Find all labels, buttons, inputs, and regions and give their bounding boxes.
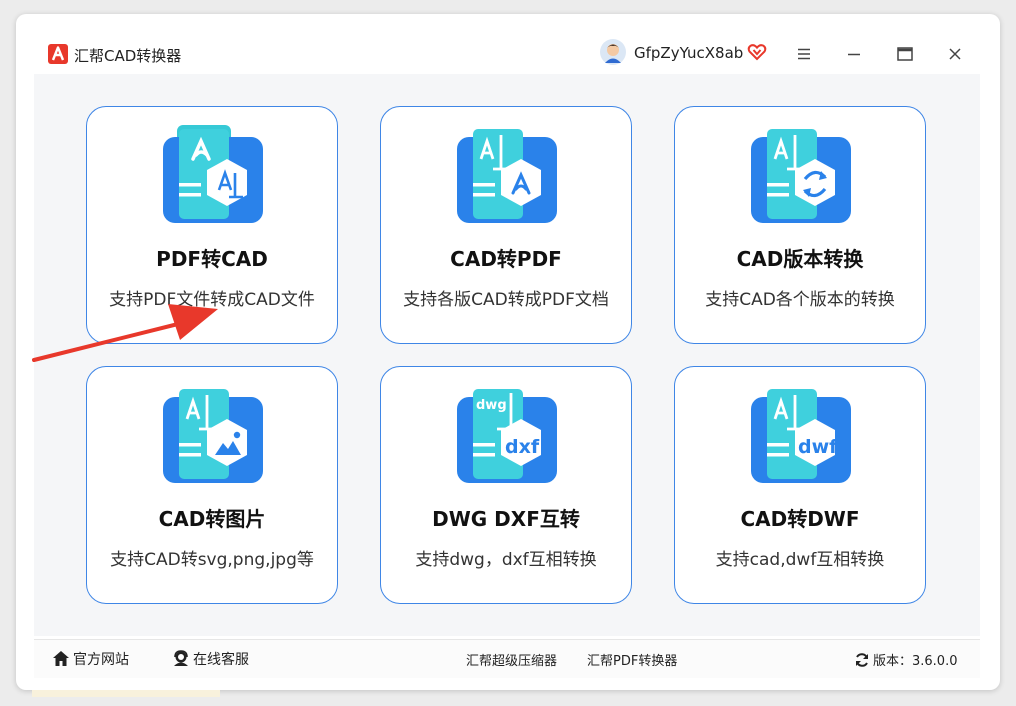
online-service-link[interactable]: 在线客服 [172, 649, 249, 669]
dxf-label: dxf [505, 436, 540, 458]
maximize-button[interactable] [889, 38, 921, 70]
cad-version-icon [751, 129, 851, 223]
card-cad-to-image[interactable]: CAD转图片 支持CAD转svg,png,jpg等 [86, 366, 338, 604]
username[interactable]: GfpZyYucX8ab [634, 44, 743, 62]
tools-grid: PDF转CAD 支持PDF文件转成CAD文件 CAD转PDF 支持各版CAD转成… [34, 74, 980, 636]
pdf-converter-link[interactable]: 汇帮PDF转换器 [587, 650, 677, 669]
minimize-icon [848, 53, 860, 56]
home-icon [53, 651, 69, 666]
card-dwg-dxf-convert[interactable]: dwg dxf DWG DXF互转 支持dwg，dxf互相转换 [380, 366, 632, 604]
compressor-link[interactable]: 汇帮超级压缩器 [466, 650, 557, 669]
card-pdf-to-cad[interactable]: PDF转CAD 支持PDF文件转成CAD文件 [86, 106, 338, 344]
close-icon [949, 48, 961, 60]
card-title: CAD转PDF [450, 247, 562, 271]
dwf-label: dwf [798, 436, 838, 458]
version-info[interactable]: 版本：3.6.0.0 [854, 650, 957, 669]
dwg-label: dwg [476, 398, 507, 413]
title-bar: 汇帮CAD转换器 GfpZyYucX8ab [16, 14, 1000, 74]
dwg-dxf-icon: dwg dxf [457, 389, 557, 483]
app-title: 汇帮CAD转换器 [74, 47, 182, 65]
cad-to-pdf-icon [457, 129, 557, 223]
taskbar-hint [32, 690, 220, 697]
menu-icon [798, 48, 810, 60]
vip-heart-icon[interactable] [747, 42, 767, 62]
card-description: 支持CAD转svg,png,jpg等 [110, 550, 314, 570]
app-logo-icon [48, 44, 68, 64]
maximize-icon [897, 47, 913, 61]
cad-to-dwf-icon: dwf [751, 389, 851, 483]
card-title: CAD转图片 [158, 507, 266, 531]
menu-button[interactable] [788, 38, 820, 70]
pdf-to-cad-icon [163, 125, 263, 223]
avatar-icon[interactable] [600, 39, 626, 65]
card-cad-to-pdf[interactable]: CAD转PDF 支持各版CAD转成PDF文档 [380, 106, 632, 344]
card-description: 支持PDF文件转成CAD文件 [109, 290, 315, 310]
card-title: DWG DXF互转 [432, 507, 580, 531]
card-description: 支持各版CAD转成PDF文档 [403, 290, 609, 310]
official-website-label: 官方网站 [73, 652, 129, 668]
card-title: PDF转CAD [156, 247, 268, 271]
card-description: 支持cad,dwf互相转换 [715, 550, 885, 570]
official-website-link[interactable]: 官方网站 [52, 649, 129, 669]
close-button[interactable] [939, 38, 971, 70]
online-service-label: 在线客服 [193, 652, 249, 668]
refresh-icon [856, 653, 868, 667]
minimize-button[interactable] [838, 38, 870, 70]
customer-service-icon [174, 650, 188, 666]
card-description: 支持CAD各个版本的转换 [705, 290, 895, 310]
card-title: CAD转DWF [740, 507, 860, 531]
app-window: 汇帮CAD转换器 GfpZyYucX8ab PDF转CAD 支持PDF文件转成C… [16, 14, 1000, 690]
card-description: 支持dwg，dxf互相转换 [415, 550, 597, 570]
card-cad-to-dwf[interactable]: dwf CAD转DWF 支持cad,dwf互相转换 [674, 366, 926, 604]
cad-to-image-icon [163, 389, 263, 483]
version-label: 版本：3.6.0.0 [873, 654, 958, 669]
card-title: CAD版本转换 [736, 247, 864, 271]
footer-bar: 官方网站 在线客服 汇帮超级压缩器 汇帮PDF转换器 版本：3.6.0.0 [34, 639, 980, 678]
card-cad-version-convert[interactable]: CAD版本转换 支持CAD各个版本的转换 [674, 106, 926, 344]
